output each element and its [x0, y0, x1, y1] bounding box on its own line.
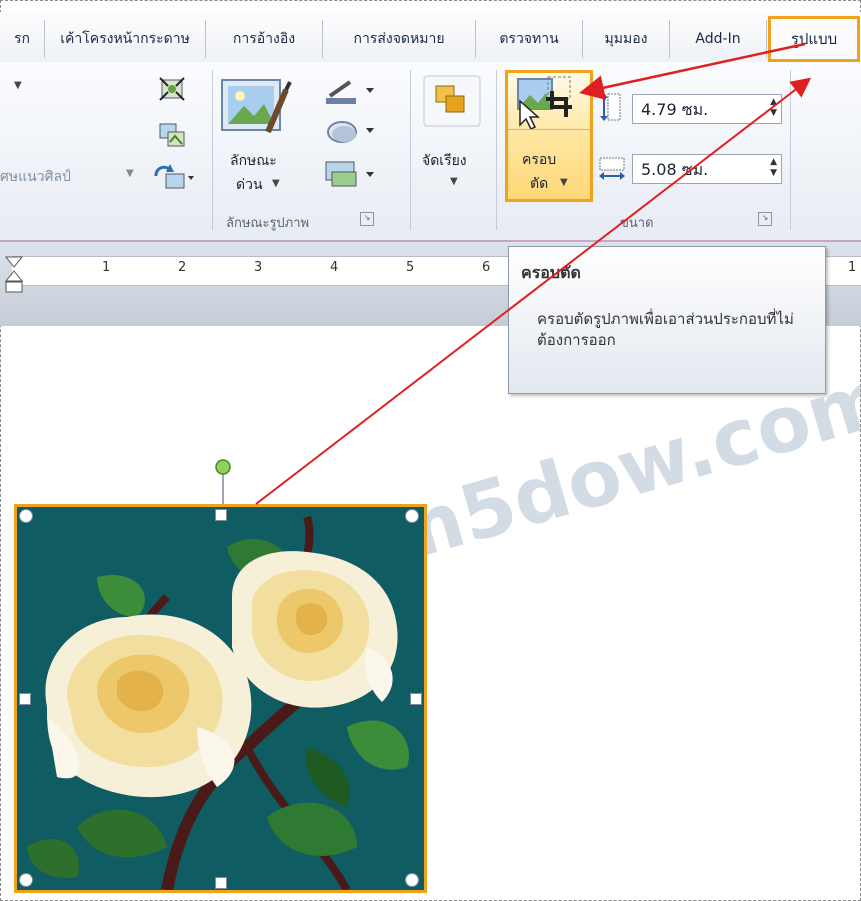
resize-handle-bottom[interactable]: [215, 877, 227, 889]
picture-effects-icon[interactable]: [324, 118, 376, 150]
compress-pictures-icon[interactable]: [158, 76, 186, 106]
ribbon-separator: [410, 70, 411, 230]
resize-handle-bottom-left[interactable]: [19, 873, 33, 887]
tab-format[interactable]: รูปแบบ: [768, 16, 860, 62]
crop-icon: [517, 76, 572, 131]
resize-handle-right[interactable]: [410, 693, 422, 705]
tab-add-ins[interactable]: Add-In: [670, 20, 767, 58]
height-spinner-icon[interactable]: ▲ ▼: [770, 97, 777, 119]
rose-picture[interactable]: [14, 504, 427, 893]
quick-styles-icon[interactable]: [220, 76, 292, 150]
dropdown-arrow-icon[interactable]: ▼: [14, 80, 22, 91]
resize-handle-bottom-right[interactable]: [405, 873, 419, 887]
ruler-number: 5: [406, 260, 415, 275]
quick-styles-arrow-icon: ▼: [272, 178, 280, 189]
picture-styles-group-label: ลักษณะรูปภาพ: [226, 216, 310, 231]
tab-insert[interactable]: รก: [0, 20, 45, 58]
rose-illustration: [17, 507, 424, 890]
tooltip-title: ครอบตัด: [521, 263, 581, 282]
tab-references[interactable]: การอ้างอิง: [206, 20, 323, 58]
change-picture-icon[interactable]: [158, 122, 186, 152]
picture-border-icon[interactable]: [324, 78, 376, 110]
crop-tooltip: ครอบตัด ครอบตัดรูปภาพเพื่อเอาส่วนประกอบท…: [508, 246, 826, 394]
artistic-effects-button[interactable]: ศษแนวศิลป์: [0, 166, 71, 188]
picture-styles-launcher-icon[interactable]: ↘: [360, 212, 374, 226]
tab-review[interactable]: ตรวจทาน: [476, 20, 583, 58]
ruler-number: 1: [102, 260, 111, 275]
indent-marker-icon[interactable]: [4, 255, 26, 305]
width-input[interactable]: 5.08 ซม. ▲ ▼: [632, 154, 782, 184]
ribbon-separator: [790, 70, 791, 230]
tooltip-body: ครอบตัดรูปภาพเพื่อเอาส่วนประกอบที่ไม่ต้อ…: [537, 310, 794, 349]
arrange-label[interactable]: จัดเรียง: [422, 150, 467, 172]
ruler-number: 2: [178, 260, 187, 275]
crop-label-2: ตัด: [530, 176, 549, 192]
arrange-button-icon[interactable]: [422, 74, 482, 132]
ruler-number: 4: [330, 260, 339, 275]
resize-handle-left[interactable]: [19, 693, 31, 705]
size-launcher-icon[interactable]: ↘: [758, 212, 772, 226]
ruler-number: 6: [482, 260, 491, 275]
resize-handle-top[interactable]: [215, 509, 227, 521]
reset-picture-icon[interactable]: [152, 162, 194, 196]
ribbon-tab-bar: รก เค้าโครงหน้ากระดาษ การอ้างอิง การส่งจ…: [0, 12, 861, 63]
crop-arrow-icon: ▼: [560, 177, 568, 188]
crop-button-top[interactable]: [508, 73, 590, 131]
tab-page-layout[interactable]: เค้าโครงหน้ากระดาษ: [45, 20, 206, 58]
artistic-effects-arrow-icon: ▼: [126, 168, 134, 179]
crop-button[interactable]: ครอบ ตัด ▼: [505, 70, 593, 202]
tab-mailings[interactable]: การส่งจดหมาย: [323, 20, 476, 58]
height-icon: [600, 92, 622, 126]
ruler-number: 3: [254, 260, 263, 275]
crop-label: ครอบ: [522, 152, 557, 168]
resize-handle-top-right[interactable]: [405, 509, 419, 523]
quick-styles-label[interactable]: ลักษณะ: [230, 150, 277, 172]
width-icon: [598, 156, 626, 186]
resize-handle-top-left[interactable]: [19, 509, 33, 523]
height-value: 4.79 ซม.: [641, 100, 709, 119]
quick-styles-label-2[interactable]: ด่วน: [236, 174, 263, 196]
width-spinner-icon[interactable]: ▲ ▼: [770, 157, 777, 179]
width-value: 5.08 ซม.: [641, 160, 709, 179]
ribbon-separator: [496, 70, 497, 230]
height-input[interactable]: 4.79 ซม. ▲ ▼: [632, 94, 782, 124]
ribbon: ▼ ศษแนวศิลป์ ▼ ลักษณะ ด่วน ▼ ลักษณะรูปภา…: [0, 62, 861, 242]
ruler-number: 1: [848, 260, 857, 275]
ribbon-separator: [212, 70, 213, 230]
picture-layout-icon[interactable]: [324, 160, 376, 194]
size-group-label: ขนาด: [620, 216, 654, 231]
tab-view[interactable]: มุมมอง: [583, 20, 670, 58]
arrange-arrow-icon: ▼: [450, 176, 458, 187]
